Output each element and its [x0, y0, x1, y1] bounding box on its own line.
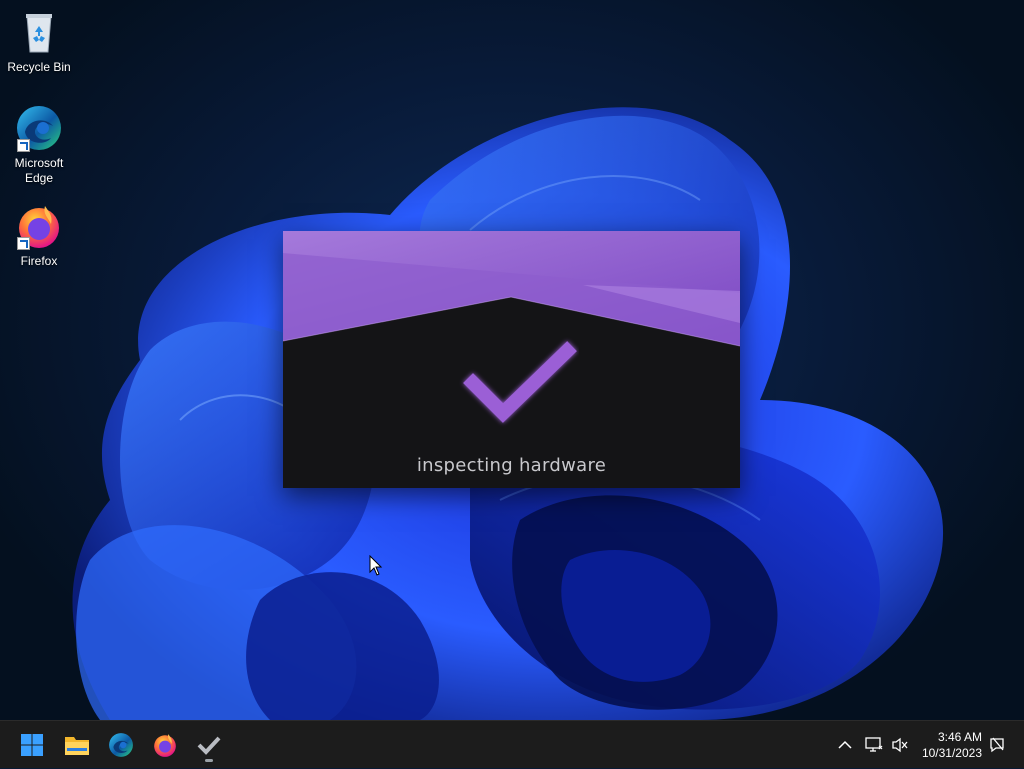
- edge-icon: [15, 104, 63, 152]
- firefox-icon: [154, 734, 176, 757]
- windows-start-icon: [21, 734, 43, 756]
- clock-time: 3:46 AM: [937, 730, 982, 744]
- notification-icon: [990, 737, 1004, 753]
- folder-icon: [65, 737, 89, 755]
- firefox-icon: [15, 202, 63, 250]
- shortcut-arrow-icon: [17, 139, 30, 152]
- mouse-cursor-icon: [369, 555, 383, 576]
- desktop-icon-firefox[interactable]: Firefox: [1, 202, 77, 269]
- running-indicator: [205, 759, 213, 762]
- taskbar-clock[interactable]: 3:46 AM 10/31/2023: [912, 729, 982, 761]
- shortcut-arrow-icon: [17, 237, 30, 250]
- tray-network-button[interactable]: [862, 721, 886, 769]
- volume-muted-icon: [892, 737, 908, 753]
- chevron-up-icon: [838, 740, 852, 749]
- checkmark-icon: [463, 341, 577, 423]
- desktop-icon-label: Recycle Bin: [7, 60, 71, 74]
- installer-splash-window: inspecting hardware: [283, 231, 740, 488]
- desktop: Recycle Bin Microsoft Edge Firefox inspe…: [0, 0, 1024, 720]
- taskbar: 3:46 AM 10/31/2023: [0, 720, 1024, 768]
- desktop-icon-label: Firefox: [20, 254, 58, 268]
- tray-notification-button[interactable]: [986, 721, 1008, 769]
- desktop-icon-label: Microsoft Edge: [14, 156, 64, 185]
- checkmark-icon: [197, 736, 221, 755]
- taskbar-installer-button[interactable]: [191, 727, 227, 763]
- recycle-bin-icon: [15, 8, 63, 56]
- tray-overflow-button[interactable]: [834, 721, 856, 769]
- taskbar-start-button[interactable]: [14, 727, 50, 763]
- taskbar-file-explorer-button[interactable]: [59, 727, 95, 763]
- taskbar-edge-button[interactable]: [103, 727, 139, 763]
- network-icon: [865, 737, 883, 752]
- desktop-icon-edge[interactable]: Microsoft Edge: [1, 104, 77, 186]
- clock-date: 10/31/2023: [921, 746, 982, 760]
- splash-status-text: inspecting hardware: [416, 455, 607, 476]
- tray-volume-button[interactable]: [888, 721, 912, 769]
- taskbar-firefox-button[interactable]: [147, 727, 183, 763]
- edge-icon: [109, 733, 133, 757]
- desktop-icon-recycle-bin[interactable]: Recycle Bin: [1, 8, 77, 75]
